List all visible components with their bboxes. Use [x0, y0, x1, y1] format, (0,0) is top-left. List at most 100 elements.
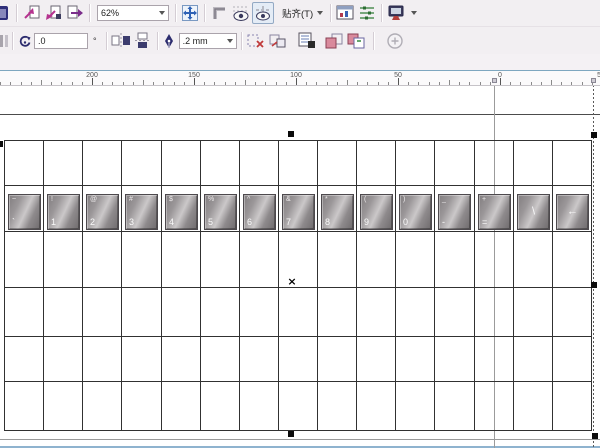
keycap-4[interactable]: $4: [165, 194, 198, 230]
guideline-marker[interactable]: [492, 78, 497, 83]
separator: [175, 4, 176, 22]
grid-column-line: [513, 140, 514, 430]
zoom-level-value: 62%: [101, 8, 119, 18]
chevron-down-icon[interactable]: [411, 11, 417, 15]
keycap-2[interactable]: @2: [86, 194, 119, 230]
key-main-label: 1: [51, 218, 56, 227]
key-shift-label: (: [364, 196, 366, 204]
ruler-tick: [347, 80, 348, 85]
grid-row-line: [4, 336, 592, 337]
selection-handle[interactable]: [592, 433, 598, 439]
keycap-backslash[interactable]: \: [517, 194, 550, 230]
selection-handle-partial[interactable]: [0, 141, 3, 147]
mirror-horizontal-icon[interactable]: [110, 30, 132, 52]
guideline-marker[interactable]: [591, 78, 596, 83]
keycap-`[interactable]: ~`: [8, 194, 41, 230]
grid-row-line: [4, 287, 592, 288]
ruler-tick: [541, 82, 542, 85]
rotation-angle-input[interactable]: .0: [34, 33, 88, 49]
selection-handle[interactable]: [288, 431, 294, 437]
key-main-label: \: [532, 208, 535, 217]
key-shift-label: #: [129, 196, 133, 204]
ruler-tick: [82, 82, 83, 85]
mirror-vertical-icon[interactable]: [132, 30, 154, 52]
keycap-6[interactable]: ^6: [243, 194, 276, 230]
keycap-7[interactable]: &7: [282, 194, 315, 230]
ruler-tick: [378, 82, 379, 85]
delete-dashed-object-icon[interactable]: [245, 30, 267, 52]
to-front-icon[interactable]: [323, 30, 345, 52]
ruler-tick: [72, 82, 73, 85]
keycap-backspace[interactable]: ←: [556, 194, 589, 230]
grid-row-line: [4, 185, 592, 186]
page-top-edge: [0, 114, 600, 115]
import-icon[interactable]: [20, 2, 42, 24]
outline-width-combo[interactable]: .2 mm: [179, 33, 237, 49]
guidelines-toggle-icon[interactable]: [252, 2, 274, 24]
selected-guideline-dashed[interactable]: [593, 85, 594, 448]
keycap-=[interactable]: +=: [478, 194, 511, 230]
ruler-tick: [102, 82, 103, 85]
ruler-tick: [408, 82, 409, 85]
ruler-tick: [31, 82, 32, 85]
outline-pen-icon: [161, 30, 177, 52]
keycap-5[interactable]: %5: [204, 194, 237, 230]
selection-handle[interactable]: [591, 282, 597, 288]
grid-toggle-icon[interactable]: [230, 2, 252, 24]
chevron-down-icon: [159, 11, 165, 15]
export-icon[interactable]: [42, 2, 64, 24]
keycap-8[interactable]: *8: [321, 194, 354, 230]
snap-menu-button[interactable]: 贴齐(T): [278, 6, 327, 20]
outline-width-value: .2 mm: [183, 36, 208, 46]
horizontal-ruler[interactable]: 20015010050050: [0, 71, 600, 86]
object-properties-icon[interactable]: [356, 2, 378, 24]
key-main-label: 3: [129, 218, 134, 227]
key-shift-label: ~: [12, 196, 16, 204]
key-shift-label: @: [90, 196, 97, 204]
ruler-tick: [571, 82, 572, 85]
key-main-label: 0: [403, 218, 408, 227]
rotation-angle-value: .0: [38, 36, 46, 46]
ruler-tick: [429, 82, 430, 85]
ruler-tick: [61, 82, 62, 85]
chevron-down-icon: [317, 11, 323, 15]
selection-handle[interactable]: [591, 132, 597, 138]
key-shift-label: $: [169, 196, 173, 204]
keycap-9[interactable]: (9: [360, 194, 393, 230]
ruler-tick: [510, 82, 511, 85]
launch-display-icon[interactable]: [385, 2, 407, 24]
ruler-label: 50: [394, 72, 402, 80]
key-main-label: 8: [325, 218, 330, 227]
keycap-3[interactable]: #3: [125, 194, 158, 230]
rulers-toggle-icon[interactable]: [208, 2, 230, 24]
options-dialog-icon[interactable]: [334, 2, 356, 24]
key-main-label: =: [482, 218, 487, 227]
to-back-icon[interactable]: [345, 30, 367, 52]
ruler-tick: [459, 82, 460, 85]
partial-icon[interactable]: [0, 30, 9, 52]
zoom-level-combo[interactable]: 62%: [97, 5, 169, 21]
order-layers-icon[interactable]: [295, 30, 317, 52]
ruler-tick: [174, 82, 175, 85]
selection-handle[interactable]: [288, 131, 294, 137]
keycap--[interactable]: _-: [438, 194, 471, 230]
grid-row-line: [4, 140, 592, 141]
separator: [89, 4, 90, 22]
zoom-to-fit-icon[interactable]: [179, 2, 201, 24]
key-shift-label: !: [51, 196, 53, 204]
key-main-label: 2: [90, 218, 95, 227]
extract-subpath-icon[interactable]: [267, 30, 289, 52]
export-page-icon[interactable]: [64, 2, 86, 24]
key-shift-label: +: [482, 196, 486, 204]
key-shift-label: _: [442, 196, 446, 204]
degree-symbol: °: [93, 36, 97, 46]
key-main-label: 5: [208, 218, 213, 227]
keycap-0[interactable]: )0: [399, 194, 432, 230]
ruler-tick: [112, 82, 113, 85]
ruler-tick: [388, 82, 389, 85]
ruler-tick: [245, 80, 246, 85]
keycap-1[interactable]: !1: [47, 194, 80, 230]
clipboard-icon[interactable]: [0, 2, 13, 24]
grid-column-line: [395, 140, 396, 430]
separator: [204, 4, 205, 22]
